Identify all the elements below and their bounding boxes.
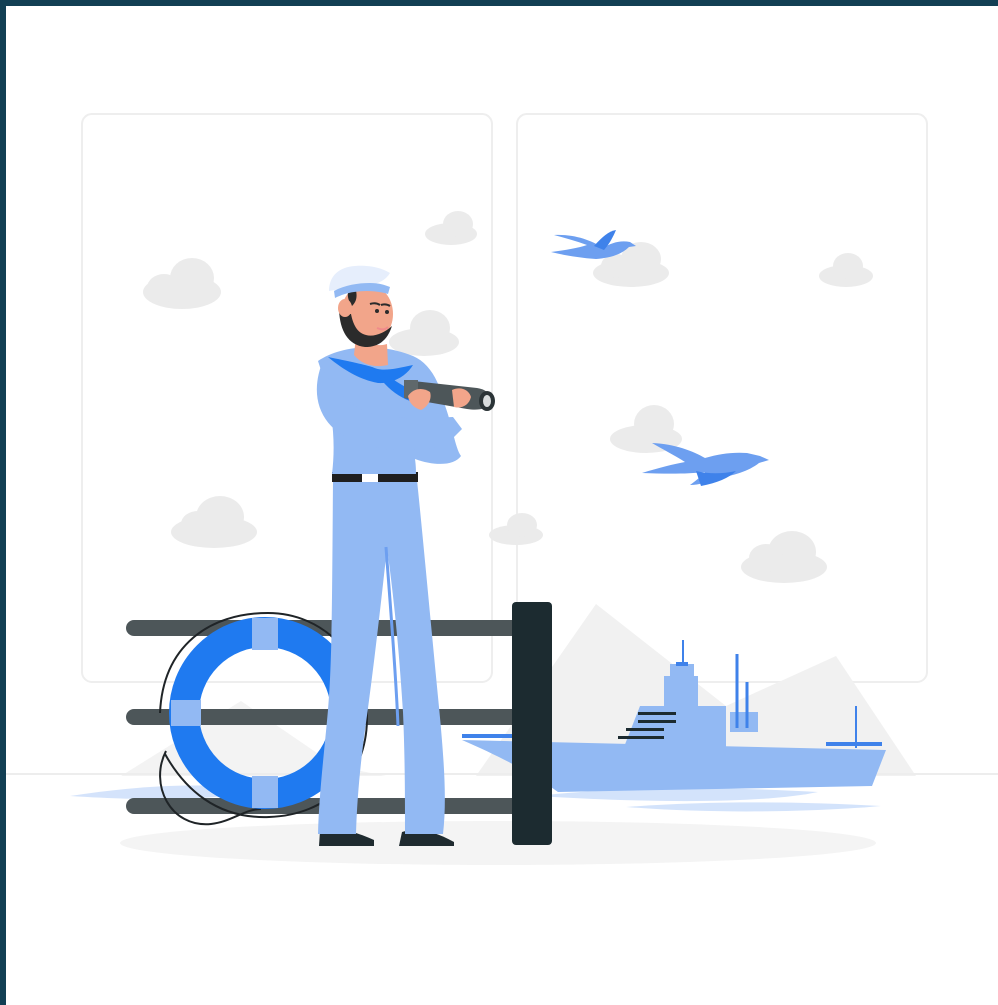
cloud-icon [425, 211, 477, 245]
cloud-icon [819, 253, 873, 287]
clouds [143, 211, 873, 583]
cloud-icon [171, 496, 257, 548]
cloud-icon [741, 531, 827, 583]
illustration-canvas [6, 6, 998, 1005]
cloud-icon [143, 258, 221, 309]
window-panel-icon [516, 113, 928, 683]
sailor-scene [6, 113, 998, 865]
window-panels [81, 113, 928, 683]
ground-shadow [120, 821, 876, 865]
cloud-icon [489, 513, 543, 545]
cloud-icon [389, 310, 459, 356]
